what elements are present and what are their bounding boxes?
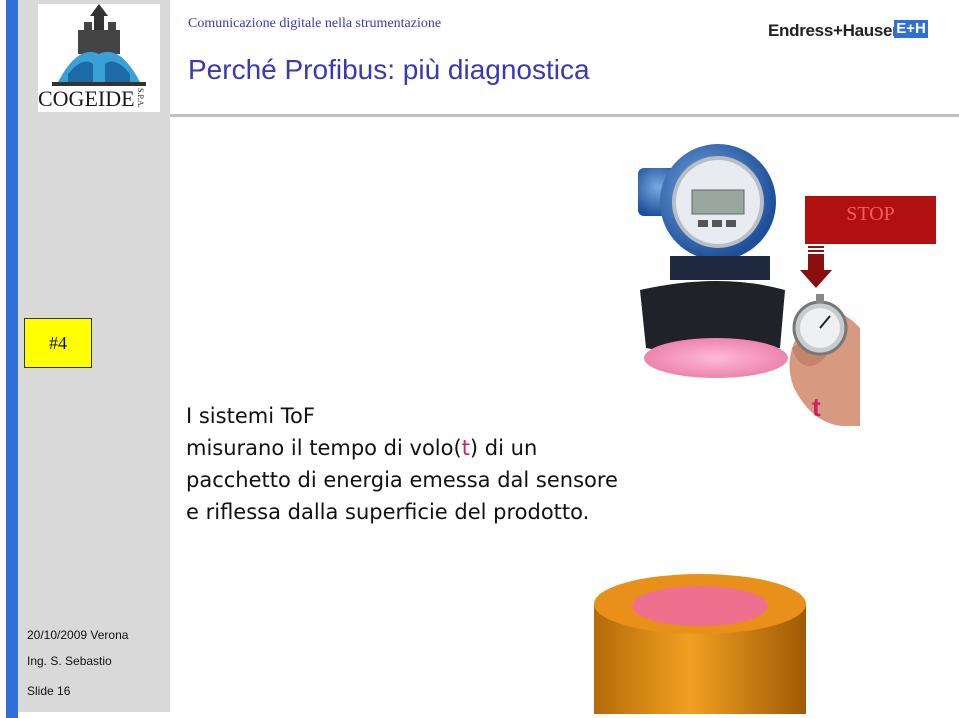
endress-hauser-logo-icon: E+H [894, 20, 928, 38]
body-line-4: e riflessa dalla superficie del prodotto… [186, 500, 590, 524]
page-title: Perché Profibus: più diagnostica [188, 54, 590, 85]
header-divider [170, 114, 959, 117]
body-line-3: pacchetto di energia emessa dal sensore [186, 468, 618, 492]
left-accent-strip [6, 0, 18, 718]
stop-button: STOP [805, 196, 936, 244]
page-subtitle: Comunicazione digitale nella strumentazi… [188, 16, 442, 31]
logo-suffix: S.P.A. [136, 88, 145, 108]
body-line-1: I sistemi ToF [186, 404, 315, 428]
body-paragraph: I sistemi ToF misurano il tempo di volo(… [186, 400, 618, 528]
stop-label: STOP [846, 203, 895, 225]
body-line-2: misurano il tempo di volo(t) di un [186, 432, 618, 464]
time-label: t [812, 392, 821, 422]
arrow-down-icon [800, 246, 832, 288]
body-line-2-end: ) di un [469, 436, 538, 460]
body-line-2-start: misurano il tempo di volo( [186, 436, 462, 460]
footer-author: Ing. S. Sebastio [27, 654, 112, 668]
footer-date: 20/10/2009 Verona [27, 628, 129, 642]
product-tank-icon [594, 574, 806, 714]
logo-wordmark: COGEIDE [38, 86, 135, 111]
slide-tag: #4 [49, 333, 67, 353]
logo-area: COGEIDE S.P.A. [18, 0, 170, 116]
slide-number: Slide 16 [27, 684, 71, 698]
slide-tag-box: #4 [24, 318, 92, 368]
sidebar [18, 116, 170, 712]
brand-name: Endress+Hauser [768, 21, 899, 40]
time-symbol: t [461, 436, 470, 460]
